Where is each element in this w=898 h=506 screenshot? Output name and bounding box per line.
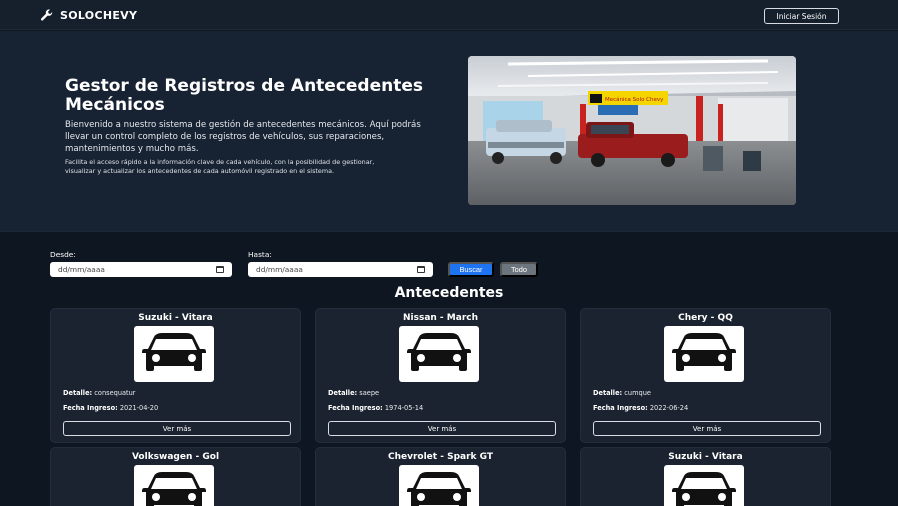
- date-label: Fecha Ingreso:: [593, 404, 648, 412]
- record-card: Chery - QQ Detalle: cumque Fecha Ingreso…: [580, 308, 831, 443]
- card-title: Suzuki - Vitara: [668, 452, 743, 462]
- hero-section: Gestor de Registros de Antecedentes Mecá…: [0, 31, 898, 232]
- hero-description: Facilita el acceso rápido a la informaci…: [65, 158, 375, 175]
- detail-label: Detalle:: [328, 389, 358, 397]
- hasta-label: Hasta:: [248, 250, 272, 259]
- login-button[interactable]: Iniciar Sesión: [764, 8, 839, 24]
- hasta-date-input[interactable]: dd/mm/aaaa: [248, 262, 433, 277]
- card-title: Chery - QQ: [678, 313, 733, 323]
- workshop-sign-text: Mecánica Solo Chevy: [605, 96, 664, 103]
- card-detail: Detalle: saepe: [328, 389, 379, 397]
- card-title: Chevrolet - Spark GT: [387, 452, 494, 462]
- date-value: 1974-05-14: [384, 404, 424, 412]
- detail-label: Detalle:: [593, 389, 623, 397]
- date-label: Fecha Ingreso:: [328, 404, 383, 412]
- record-card: Suzuki - Vitara Detalle: consequatur Fec…: [50, 308, 301, 443]
- car-icon: [142, 472, 206, 506]
- car-image: [134, 326, 214, 382]
- record-card: Chevrolet - Spark GT: [315, 447, 566, 506]
- car-icon: [407, 472, 471, 506]
- car-icon: [407, 333, 471, 371]
- car-image: [134, 465, 214, 506]
- hero-title: Gestor de Registros de Antecedentes Mecá…: [65, 76, 424, 115]
- date-label: Fecha Ingreso:: [63, 404, 118, 412]
- car-icon: [672, 333, 736, 371]
- filter-bar: Desde: dd/mm/aaaa Hasta: dd/mm/aaaa Busc…: [0, 250, 898, 280]
- card-detail: Detalle: consequatur: [63, 389, 136, 397]
- card-title: Nissan - March: [402, 313, 479, 323]
- date-value: 2022-06-24: [649, 404, 689, 412]
- date-value: 2021-04-20: [119, 404, 159, 412]
- record-card: Nissan - March Detalle: saepe Fecha Ingr…: [315, 308, 566, 443]
- car-icon: [672, 472, 736, 506]
- car-image: [664, 326, 744, 382]
- navbar: SOLOCHEVY Iniciar Sesión: [0, 0, 898, 30]
- card-title: Volkswagen - Gol: [131, 452, 220, 462]
- todo-button[interactable]: Todo: [500, 262, 538, 277]
- workshop-photo: Mecánica Solo Chevy: [468, 56, 796, 205]
- detail-value: cumque: [624, 389, 651, 397]
- card-date: Fecha Ingreso: 2021-04-20: [63, 404, 158, 412]
- section-title: Antecedentes: [394, 285, 504, 301]
- car-image: [664, 465, 744, 506]
- detail-value: consequatur: [94, 389, 136, 397]
- calendar-icon[interactable]: [216, 266, 224, 273]
- buscar-button[interactable]: Buscar: [448, 262, 494, 277]
- car-image: [399, 465, 479, 506]
- ver-mas-button[interactable]: Ver más: [593, 421, 821, 436]
- record-card: Volkswagen - Gol: [50, 447, 301, 506]
- car-icon: [142, 333, 206, 371]
- card-date: Fecha Ingreso: 2022-06-24: [593, 404, 688, 412]
- brand[interactable]: SOLOCHEVY: [40, 8, 137, 22]
- ver-mas-button[interactable]: Ver más: [63, 421, 291, 436]
- record-card: Suzuki - Vitara: [580, 447, 831, 506]
- wrench-icon: [40, 9, 53, 21]
- car-image: [399, 326, 479, 382]
- card-date: Fecha Ingreso: 1974-05-14: [328, 404, 423, 412]
- brand-name: SOLOCHEVY: [60, 8, 138, 22]
- hero-lead: Bienvenido a nuestro sistema de gestión …: [65, 120, 421, 154]
- desde-placeholder: dd/mm/aaaa: [58, 265, 105, 274]
- hasta-placeholder: dd/mm/aaaa: [256, 265, 303, 274]
- detail-label: Detalle:: [63, 389, 93, 397]
- desde-date-input[interactable]: dd/mm/aaaa: [50, 262, 232, 277]
- calendar-icon[interactable]: [417, 266, 425, 273]
- detail-value: saepe: [359, 389, 380, 397]
- card-detail: Detalle: cumque: [593, 389, 651, 397]
- desde-label: Desde:: [50, 250, 76, 259]
- ver-mas-button[interactable]: Ver más: [328, 421, 556, 436]
- card-title: Suzuki - Vitara: [138, 313, 213, 323]
